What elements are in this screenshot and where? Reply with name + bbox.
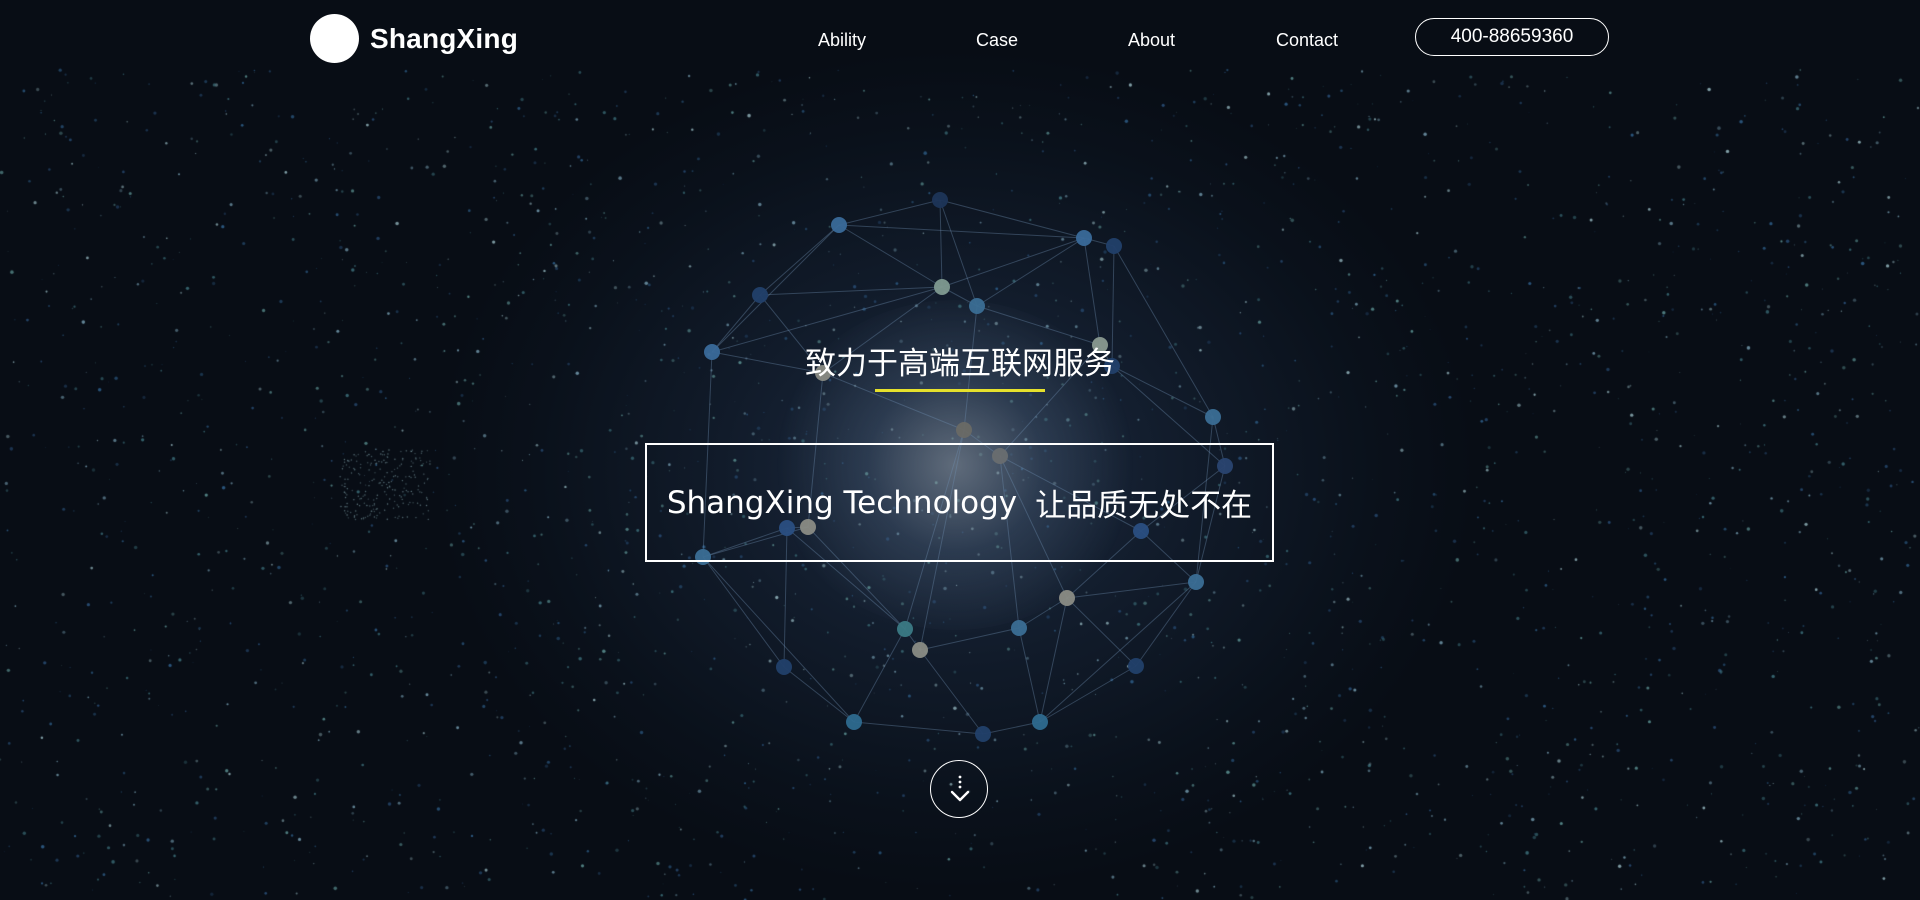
network-edge	[976, 237, 1085, 307]
nav-item-ability[interactable]: Ability	[818, 29, 866, 51]
site-header: ShangXing Ability Case About Contact 400…	[0, 0, 1920, 80]
hero-tagline: 致力于高端互联网服务	[805, 346, 1115, 382]
network-edge	[1083, 237, 1101, 346]
network-node	[1076, 230, 1092, 246]
hero-slogan-box: ShangXing Technology 让品质无处不在	[645, 443, 1274, 562]
network-edge	[853, 721, 984, 735]
network-node	[975, 726, 991, 742]
main-nav: Ability Case About Contact	[0, 29, 1920, 53]
hero-page: ShangXing Ability Case About Contact 400…	[0, 0, 1920, 900]
network-node	[831, 217, 847, 233]
phone-button[interactable]: 400-88659360	[1415, 18, 1609, 56]
network-edge	[702, 556, 855, 723]
network-node	[1128, 658, 1144, 674]
network-edge	[711, 224, 840, 353]
network-node	[752, 287, 768, 303]
nav-item-case[interactable]: Case	[976, 29, 1018, 51]
network-node	[1059, 590, 1075, 606]
network-edge	[1066, 581, 1197, 599]
network-edge	[1066, 597, 1137, 667]
network-node	[1188, 574, 1204, 590]
network-node	[1011, 620, 1027, 636]
network-node	[969, 298, 985, 314]
slogan-chinese: 让品质无处不在	[1035, 488, 1253, 524]
network-edge	[1018, 597, 1068, 629]
network-edge	[702, 556, 785, 668]
network-edge	[1039, 665, 1137, 723]
network-node	[934, 279, 950, 295]
slogan-english: ShangXing Technology	[666, 484, 1018, 521]
nav-item-about[interactable]: About	[1128, 29, 1175, 51]
chevron-down-icon	[950, 775, 970, 802]
tagline-underline	[875, 389, 1045, 392]
network-edge	[939, 199, 943, 288]
network-edge	[1018, 627, 1041, 723]
network-edge	[783, 666, 855, 723]
network-node	[846, 714, 862, 730]
network-edge	[919, 649, 984, 735]
network-node	[1032, 714, 1048, 730]
network-node	[932, 192, 948, 208]
network-edge	[919, 627, 1020, 651]
network-edge	[838, 224, 1085, 239]
network-edge	[1135, 581, 1197, 667]
network-edge	[1039, 597, 1068, 723]
network-node	[897, 621, 913, 637]
network-node	[776, 659, 792, 675]
network-edge	[982, 721, 1041, 735]
network-edge	[941, 237, 1085, 288]
network-edge	[939, 199, 1085, 239]
network-edge	[838, 199, 941, 226]
network-edge	[838, 224, 943, 288]
nav-item-contact[interactable]: Contact	[1276, 29, 1338, 51]
network-node	[956, 422, 972, 438]
network-node	[1205, 409, 1221, 425]
network-node	[1106, 238, 1122, 254]
scroll-down-button[interactable]	[930, 760, 988, 818]
network-node	[912, 642, 928, 658]
network-edge	[1113, 245, 1214, 418]
network-edge	[759, 224, 840, 296]
network-edge	[759, 286, 943, 296]
network-edge	[853, 628, 906, 723]
